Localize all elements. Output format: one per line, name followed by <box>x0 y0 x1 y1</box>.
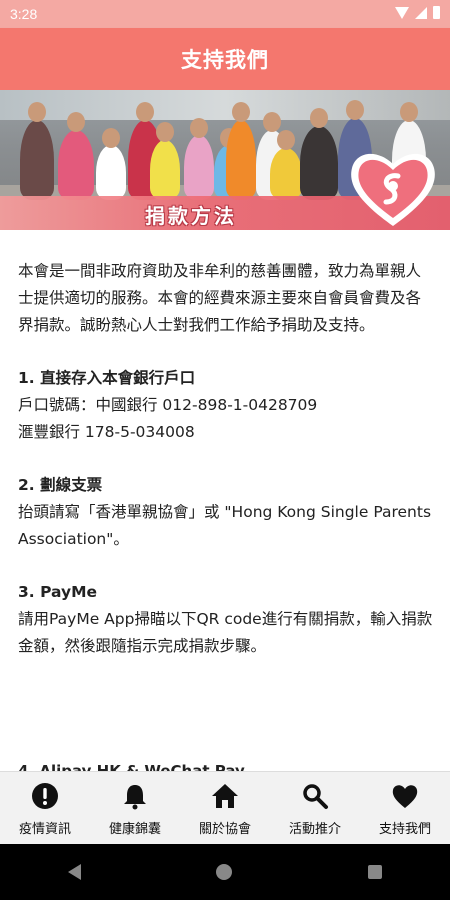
banner-person-head <box>28 102 46 122</box>
banner-caption: 捐款方法 <box>145 204 237 228</box>
nav-label: 健康錦囊 <box>108 822 161 837</box>
banner-person-head <box>102 128 120 148</box>
battery-icon <box>433 6 440 19</box>
search-icon <box>301 782 329 810</box>
heart-logo-icon <box>351 153 435 226</box>
banner-person-head <box>232 102 250 122</box>
page-title: 支持我們 <box>181 48 269 72</box>
section-line: 抬頭請寫「香港單親協會」或 "Hong Kong Single Parents … <box>18 503 432 548</box>
banner-person-head <box>277 130 295 150</box>
bell-icon <box>121 782 149 810</box>
recent-apps-icon[interactable] <box>368 865 383 879</box>
banner-person <box>58 130 94 200</box>
nav-item-health-tips[interactable]: 健康錦囊 <box>90 772 180 845</box>
app-bar: 支持我們 <box>0 28 450 90</box>
intro-paragraph: 本會是一間非政府資助及非牟利的慈善團體，致力為單親人士提供適切的服務。本會的經費… <box>18 262 422 334</box>
banner-person-head <box>67 112 85 132</box>
banner-person <box>270 148 302 200</box>
banner-person-head <box>310 108 328 128</box>
heart-icon <box>391 782 419 810</box>
section-heading: 1. 直接存入本會銀行戶口 <box>18 369 196 387</box>
section-line: 滙豐銀行 178-5-034008 <box>18 423 195 441</box>
status-time: 3:28 <box>10 6 38 22</box>
nav-label: 關於協會 <box>198 822 251 837</box>
banner-person-head <box>346 100 364 120</box>
nav-item-covid-info[interactable]: 疫情資訊 <box>0 772 90 845</box>
banner-image: 捐款方法 <box>0 90 450 230</box>
banner-person-head <box>190 118 208 138</box>
banner-person <box>184 135 214 200</box>
banner-person <box>300 126 338 200</box>
nav-label: 活動推介 <box>288 822 341 837</box>
bottom-navigation: 疫情資訊 健康錦囊 關於協會 活動推介 支持我們 <box>0 771 450 845</box>
section-heading: 3. PayMe <box>18 583 98 601</box>
section-bank-deposit: 1. 直接存入本會銀行戶口 戶口號碼：中國銀行 012-898-1-042870… <box>18 365 436 446</box>
nav-item-support-us[interactable]: 支持我們 <box>360 772 450 845</box>
banner-person-head <box>156 122 174 142</box>
nav-label: 疫情資訊 <box>18 822 71 837</box>
section-line: 戶口號碼：中國銀行 012-898-1-0428709 <box>18 396 318 414</box>
wifi-icon <box>395 6 409 19</box>
nav-label: 支持我們 <box>378 822 431 837</box>
back-icon[interactable] <box>67 864 81 880</box>
status-icons <box>395 6 440 19</box>
nav-item-about[interactable]: 關於協會 <box>180 772 270 845</box>
home-button-icon[interactable] <box>216 864 233 880</box>
section-heading: 2. 劃線支票 <box>18 476 103 494</box>
nav-item-activities[interactable]: 活動推介 <box>270 772 360 845</box>
banner-person-head <box>400 102 418 122</box>
status-bar: 3:28 <box>0 0 450 28</box>
section-crossed-cheque: 2. 劃線支票 抬頭請寫「香港單親協會」或 "Hong Kong Single … <box>18 472 436 553</box>
home-icon <box>211 782 239 810</box>
alert-icon <box>31 782 59 810</box>
donation-content: 本會是一間非政府資助及非牟利的慈善團體，致力為單親人士提供適切的服務。本會的經費… <box>18 258 436 686</box>
system-navigation-bar <box>0 844 450 900</box>
signal-icon <box>415 6 427 19</box>
banner-person <box>226 120 256 200</box>
banner-person <box>20 120 54 200</box>
banner-person-head <box>136 102 154 122</box>
section-line: 請用PayMe App掃瞄以下QR code進行有關捐款，輸入捐款金額，然後跟隨… <box>18 610 433 655</box>
banner-person-head <box>263 112 281 132</box>
section-payme: 3. PayMe 請用PayMe App掃瞄以下QR code進行有關捐款，輸入… <box>18 579 436 660</box>
banner-person <box>96 145 126 200</box>
banner-person <box>150 140 180 200</box>
